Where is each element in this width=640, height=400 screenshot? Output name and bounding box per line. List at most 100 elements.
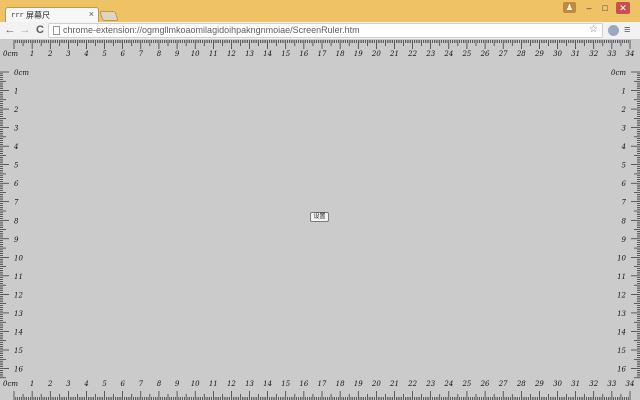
bottom-ruler-label: 34	[626, 380, 635, 388]
left-ruler-label: 0cm	[14, 69, 29, 77]
bottom-ruler-label: 1	[30, 380, 34, 388]
bottom-ruler-label: 3	[66, 380, 71, 388]
tab-screen-ruler[interactable]: rrr 屏幕尺 ×	[5, 7, 99, 23]
left-ruler-label: 6	[14, 180, 19, 188]
left-ruler-label: 13	[14, 310, 23, 318]
window-close-button[interactable]: ✕	[616, 2, 630, 14]
top-ruler-label: 0cm	[3, 50, 18, 58]
top-ruler-label: 8	[157, 50, 162, 58]
forward-arrow-icon[interactable]: →	[19, 24, 31, 36]
right-ruler-label: 10	[617, 254, 626, 262]
top-ruler-label: 4	[83, 50, 88, 58]
top-ruler-label: 3	[66, 50, 71, 58]
bottom-ruler-label: 22	[407, 380, 417, 388]
top-ruler-label: 22	[407, 50, 417, 58]
top-ruler-label: 21	[389, 50, 399, 58]
right-ruler-label: 5	[622, 162, 627, 170]
bottom-ruler-label: 8	[157, 380, 162, 388]
top-ruler-label: 5	[102, 50, 107, 58]
right-ruler-label: 3	[622, 125, 627, 133]
bottom-ruler-label: 29	[534, 380, 544, 388]
left-ruler-label: 16	[14, 366, 23, 374]
ruler-favicon-icon: rrr	[11, 11, 24, 19]
profile-icon[interactable]: ♟	[563, 2, 576, 13]
left-ruler-label: 7	[14, 199, 19, 207]
bottom-ruler-label: 2	[47, 380, 53, 388]
bottom-ruler-label: 9	[175, 380, 180, 388]
bottom-ruler-label: 11	[209, 380, 218, 388]
top-ruler-label: 20	[371, 50, 381, 58]
top-ruler-label: 12	[227, 50, 236, 58]
bottom-ruler-label: 27	[498, 380, 508, 388]
top-ruler-label: 16	[299, 50, 308, 58]
right-ruler-label: 0cm	[611, 69, 626, 77]
right-ruler-label: 6	[622, 180, 627, 188]
bottom-ruler-label: 28	[516, 380, 526, 388]
back-arrow-icon[interactable]: ←	[4, 24, 16, 36]
top-ruler-label: 28	[516, 50, 526, 58]
top-ruler-label: 29	[534, 50, 544, 58]
top-ruler-label: 34	[626, 50, 635, 58]
top-ruler-label: 26	[480, 50, 490, 58]
left-ruler-label: 12	[14, 291, 23, 299]
left-ruler-label: 4	[13, 143, 18, 151]
bottom-ruler-label: 30	[553, 380, 562, 388]
top-ruler-label: 17	[318, 50, 327, 58]
address-bar[interactable]: chrome-extension://ogmgllmkoaomilagidoih…	[48, 23, 603, 38]
right-ruler-label: 11	[617, 273, 626, 281]
top-ruler-label: 2	[47, 50, 53, 58]
right-ruler-label: 14	[617, 328, 626, 336]
browser-title-bar: rrr 屏幕尺 × ♟ – □ ✕	[0, 0, 640, 23]
top-ruler-label: 18	[336, 50, 345, 58]
browser-toolbar: ← → C chrome-extension://ogmgllmkoaomila…	[0, 22, 640, 40]
page-icon	[53, 26, 60, 35]
bottom-ruler-label: 19	[354, 380, 363, 388]
top-ruler-label: 6	[120, 50, 125, 58]
chrome-menu-icon[interactable]: ≡	[624, 24, 630, 36]
top-ruler-label: 11	[209, 50, 218, 58]
top-ruler-label: 13	[245, 50, 254, 58]
top-ruler-label: 31	[571, 50, 580, 58]
right-ruler-label: 16	[617, 366, 626, 374]
top-ruler-label: 23	[425, 50, 435, 58]
bottom-ruler-label: 20	[371, 380, 381, 388]
top-ruler-label: 1	[30, 50, 34, 58]
new-tab-button[interactable]	[99, 11, 119, 21]
tab-title: 屏幕尺	[26, 11, 50, 20]
top-ruler-label: 27	[498, 50, 508, 58]
left-ruler-label: 10	[14, 254, 23, 262]
bottom-ruler-label: 32	[589, 380, 598, 388]
bookmark-star-icon[interactable]: ☆	[589, 24, 598, 35]
left-ruler-label: 5	[14, 162, 19, 170]
bottom-ruler-label: 4	[83, 380, 88, 388]
bottom-ruler-label: 7	[139, 380, 144, 388]
url-text[interactable]: chrome-extension://ogmgllmkoaomilagidoih…	[63, 25, 360, 35]
left-ruler-label: 8	[14, 217, 19, 225]
settings-button[interactable]: 设置	[310, 212, 329, 222]
bottom-ruler-label: 26	[480, 380, 490, 388]
left-ruler-label: 3	[14, 125, 19, 133]
bottom-ruler-label: 31	[571, 380, 580, 388]
top-ruler-label: 30	[553, 50, 562, 58]
right-ruler-label: 13	[617, 310, 626, 318]
minimize-button[interactable]: –	[582, 2, 596, 14]
top-ruler-label: 24	[443, 50, 453, 58]
left-ruler-label: 14	[14, 328, 23, 336]
bottom-ruler-label: 6	[120, 380, 125, 388]
extension-icon[interactable]	[608, 25, 619, 36]
top-ruler-label: 33	[607, 50, 616, 58]
tab-close-icon[interactable]: ×	[89, 9, 94, 19]
left-ruler-label: 11	[14, 273, 23, 281]
bottom-ruler-label: 0cm	[3, 380, 18, 388]
maximize-button[interactable]: □	[598, 2, 612, 14]
right-ruler-label: 12	[617, 291, 626, 299]
right-ruler-label: 9	[622, 236, 627, 244]
left-ruler-label: 1	[14, 88, 18, 96]
bottom-ruler-label: 18	[336, 380, 345, 388]
left-ruler-label: 9	[14, 236, 19, 244]
bottom-ruler-label: 5	[102, 380, 107, 388]
top-ruler-label: 9	[175, 50, 180, 58]
right-ruler-label: 2	[621, 106, 627, 114]
reload-icon[interactable]: C	[34, 24, 46, 36]
top-ruler-label: 15	[281, 50, 290, 58]
